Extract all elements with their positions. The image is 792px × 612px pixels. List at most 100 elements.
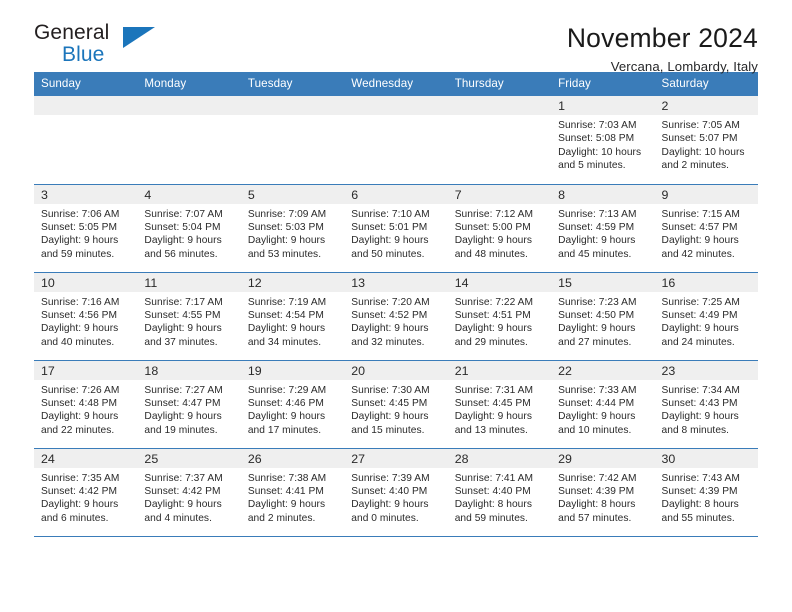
day-sun-info-line: Sunrise: 7:10 AM: [351, 208, 430, 220]
calendar-day-cell[interactable]: 12 Sunrise: 7:19 AM Sunset: 4:54 PM Dayligh…: [240, 271, 345, 360]
day-sun-info-line: and 48 minutes.: [454, 248, 528, 260]
calendar-day-cell[interactable]: 18 Sunrise: 7:27 AM Sunset: 4:47 PM Dayligh…: [137, 359, 241, 448]
calendar-day-cell[interactable]: 6 Sunrise: 7:10 AM Sunset: 5:01 PM Daylight…: [344, 183, 448, 272]
calendar-day-cell[interactable]: 29 Sunrise: 7:42 AM Sunset: 4:39 PM Dayligh…: [551, 447, 655, 537]
day-sun-info-line: Sunrise: 7:25 AM: [661, 296, 740, 308]
day-sun-info: Sunrise: 7:17 AM Sunset: 4:55 PM Daylight:…: [137, 292, 240, 350]
calendar-day-cell[interactable]: 4 Sunrise: 7:07 AM Sunset: 5:04 PM Daylight…: [137, 183, 241, 272]
calendar-day-cell[interactable]: 8 Sunrise: 7:13 AM Sunset: 4:59 PM Daylight…: [551, 183, 655, 272]
day-sun-info-line: Sunset: 4:45 PM: [351, 397, 428, 409]
weekday-header-saturday: Saturday: [654, 72, 758, 96]
calendar-day-cell[interactable]: 13 Sunrise: 7:20 AM Sunset: 4:52 PM Dayligh…: [344, 271, 448, 360]
day-sun-info: Sunrise: 7:35 AM Sunset: 4:42 PM Daylight:…: [34, 468, 137, 526]
day-number: [344, 96, 448, 115]
day-sun-info-line: Daylight: 9 hours: [247, 411, 326, 423]
day-number: 18: [137, 360, 241, 380]
calendar-day-cell[interactable]: 16 Sunrise: 7:25 AM Sunset: 4:49 PM Dayligh…: [654, 271, 758, 360]
day-sun-info-line: Sunset: 4:55 PM: [144, 309, 221, 321]
day-sun-info-line: Sunset: 4:46 PM: [247, 397, 324, 409]
day-number: 6: [344, 184, 448, 204]
calendar-day-cell[interactable]: 24 Sunrise: 7:35 AM Sunset: 4:42 PM Dayligh…: [34, 447, 138, 537]
calendar-day-cell[interactable]: 19 Sunrise: 7:29 AM Sunset: 4:46 PM Dayligh…: [240, 359, 345, 448]
day-sun-info-line: Daylight: 9 hours: [454, 323, 532, 335]
day-number: 23: [654, 360, 758, 380]
day-sun-info-line: Sunrise: 7:34 AM: [661, 384, 740, 396]
day-number: 29: [551, 448, 655, 468]
day-sun-info-line: and 0 minutes.: [351, 512, 419, 524]
day-number: [240, 96, 345, 115]
day-number: [447, 96, 552, 115]
day-sun-info-line: and 34 minutes.: [247, 336, 322, 348]
day-sun-info-line: Sunset: 4:44 PM: [558, 397, 635, 409]
day-sun-info-line: Sunrise: 7:33 AM: [558, 384, 637, 396]
day-sun-info-line: and 42 minutes.: [661, 248, 735, 260]
calendar-day-cell[interactable]: 23 Sunrise: 7:34 AM Sunset: 4:43 PM Dayligh…: [654, 359, 758, 448]
calendar-day-cell[interactable]: 25 Sunrise: 7:37 AM Sunset: 4:42 PM Dayligh…: [137, 447, 241, 537]
brand-logo[interactable]: General Blue: [34, 22, 164, 70]
day-number: 13: [344, 272, 448, 292]
calendar-day-cell[interactable]: 9 Sunrise: 7:15 AM Sunset: 4:57 PM Daylight…: [654, 183, 758, 272]
day-sun-info: Sunrise: 7:29 AM Sunset: 4:46 PM Daylight:…: [241, 380, 344, 438]
day-sun-info-line: Sunset: 4:45 PM: [454, 397, 531, 409]
day-sun-info-line: Sunrise: 7:07 AM: [144, 208, 223, 220]
calendar-day-cell[interactable]: 2 Sunrise: 7:05 AM Sunset: 5:07 PM Daylight…: [654, 96, 758, 184]
day-sun-info-line: Sunrise: 7:41 AM: [454, 472, 534, 484]
calendar-day-cell[interactable]: 7 Sunrise: 7:12 AM Sunset: 5:00 PM Daylight…: [447, 183, 552, 272]
day-sun-info-line: and 29 minutes.: [454, 336, 528, 348]
day-sun-info-line: Sunset: 4:42 PM: [144, 485, 221, 497]
day-sun-info-line: Sunrise: 7:37 AM: [144, 472, 223, 484]
day-sun-info-line: Sunset: 4:40 PM: [454, 485, 531, 497]
calendar-day-cell[interactable]: 26 Sunrise: 7:38 AM Sunset: 4:41 PM Dayligh…: [240, 447, 345, 537]
calendar-day-cell[interactable]: 27 Sunrise: 7:39 AM Sunset: 4:40 PM Dayligh…: [344, 447, 448, 537]
day-sun-info-line: Sunset: 5:07 PM: [661, 133, 738, 145]
day-sun-info-line: and 56 minutes.: [144, 248, 218, 260]
day-sun-info-line: Sunset: 4:43 PM: [661, 397, 738, 409]
day-sun-info: Sunrise: 7:27 AM Sunset: 4:47 PM Daylight:…: [137, 380, 240, 438]
calendar-day-cell[interactable]: 21 Sunrise: 7:31 AM Sunset: 4:45 PM Dayligh…: [447, 359, 552, 448]
day-sun-info-line: Sunset: 4:48 PM: [41, 397, 118, 409]
day-sun-info-line: and 57 minutes.: [558, 512, 632, 524]
day-sun-info-line: Sunrise: 7:20 AM: [351, 296, 430, 308]
day-number: [34, 96, 138, 115]
calendar-day-cell[interactable]: 20 Sunrise: 7:30 AM Sunset: 4:45 PM Dayligh…: [344, 359, 448, 448]
location-subtitle: Vercana, Lombardy, Italy: [610, 59, 758, 75]
day-number: 3: [34, 184, 138, 204]
calendar-day-cell[interactable]: 14 Sunrise: 7:22 AM Sunset: 4:51 PM Dayligh…: [447, 271, 552, 360]
calendar-week-row: 10 Sunrise: 7:16 AM Sunset: 4:56 PM Dayligh…: [34, 271, 758, 360]
calendar-day-cell-empty: [240, 96, 345, 184]
day-sun-info-line: Sunset: 5:05 PM: [41, 221, 118, 233]
calendar-day-cell[interactable]: 1 Sunrise: 7:03 AM Sunset: 5:08 PM Daylight…: [551, 96, 655, 184]
calendar-week-row: 1 Sunrise: 7:03 AM Sunset: 5:08 PM Daylight…: [34, 96, 758, 184]
day-sun-info: Sunrise: 7:22 AM Sunset: 4:51 PM Daylight:…: [448, 292, 551, 350]
calendar-day-cell[interactable]: 11 Sunrise: 7:17 AM Sunset: 4:55 PM Dayligh…: [137, 271, 241, 360]
calendar-day-cell[interactable]: 15 Sunrise: 7:23 AM Sunset: 4:50 PM Dayligh…: [551, 271, 655, 360]
day-sun-info-line: Daylight: 8 hours: [661, 499, 739, 511]
day-sun-info-line: Sunset: 4:39 PM: [661, 485, 738, 497]
day-sun-info-line: and 59 minutes.: [41, 248, 115, 260]
day-sun-info: Sunrise: 7:13 AM Sunset: 4:59 PM Daylight:…: [551, 204, 654, 262]
weekday-header-friday: Friday: [551, 72, 655, 96]
calendar-day-cell[interactable]: 10 Sunrise: 7:16 AM Sunset: 4:56 PM Dayligh…: [34, 271, 138, 360]
day-sun-info-line: and 53 minutes.: [247, 248, 322, 260]
day-number: 30: [654, 448, 758, 468]
day-sun-info-line: and 32 minutes.: [351, 336, 425, 348]
day-sun-info: Sunrise: 7:15 AM Sunset: 4:57 PM Daylight:…: [655, 204, 758, 262]
day-sun-info-line: Sunrise: 7:16 AM: [41, 296, 120, 308]
day-number: 1: [551, 96, 655, 115]
calendar-day-cell[interactable]: 22 Sunrise: 7:33 AM Sunset: 4:44 PM Dayligh…: [551, 359, 655, 448]
day-sun-info-line: Daylight: 9 hours: [144, 323, 222, 335]
calendar-day-cell[interactable]: 5 Sunrise: 7:09 AM Sunset: 5:03 PM Daylight…: [240, 183, 345, 272]
calendar-day-cell[interactable]: 28 Sunrise: 7:41 AM Sunset: 4:40 PM Dayligh…: [447, 447, 552, 537]
day-sun-info-line: Sunset: 4:50 PM: [558, 309, 635, 321]
day-number: 15: [551, 272, 655, 292]
day-sun-info: Sunrise: 7:39 AM Sunset: 4:40 PM Daylight:…: [344, 468, 447, 526]
day-number: 8: [551, 184, 655, 204]
calendar-day-cell[interactable]: 3 Sunrise: 7:06 AM Sunset: 5:05 PM Daylight…: [34, 183, 138, 272]
day-number: 4: [137, 184, 241, 204]
day-sun-info-line: Sunset: 4:51 PM: [454, 309, 531, 321]
calendar-day-cell[interactable]: 17 Sunrise: 7:26 AM Sunset: 4:48 PM Dayligh…: [34, 359, 138, 448]
day-sun-info-line: Daylight: 9 hours: [558, 411, 636, 423]
calendar-day-cell[interactable]: 30 Sunrise: 7:43 AM Sunset: 4:39 PM Dayligh…: [654, 447, 758, 537]
day-sun-info: Sunrise: 7:19 AM Sunset: 4:54 PM Daylight:…: [241, 292, 344, 350]
day-number: 19: [240, 360, 345, 380]
